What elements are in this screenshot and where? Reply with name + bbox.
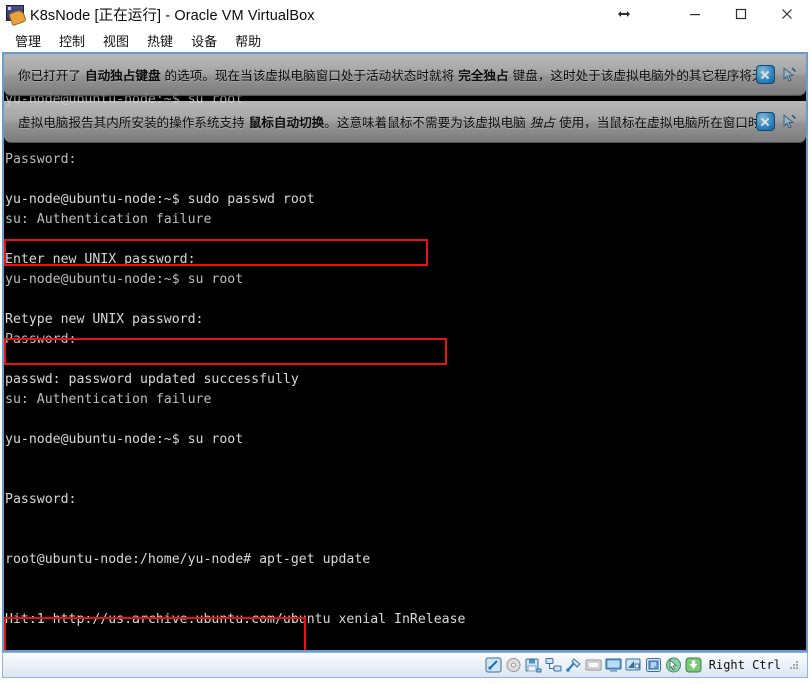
notification-text: 你已打开了 自动独占键盘 的选项。现在当该虚拟电脑窗口处于活动状态时就将 完全独… (18, 68, 756, 83)
mouse-integration-icon[interactable] (665, 657, 682, 673)
usb-icon[interactable] (565, 657, 582, 673)
menu-hotkey[interactable]: 热键 (138, 29, 182, 52)
terminal-line: Hit:1 http://us.archive.ubuntu.com/ubunt… (5, 612, 466, 627)
host-key-label: Right Ctrl (708, 658, 781, 672)
mouse-integration-notification[interactable]: 虚拟电脑报告其内所安装的操作系统支持 鼠标自动切换。这意味着鼠标不需要为该虚拟电… (4, 101, 806, 143)
terminal-line: Enter new UNIX password: (5, 252, 196, 267)
vm-screen[interactable]: yu-node@ubuntu-node:~$ su root Password:… (4, 54, 806, 650)
menu-bar: 管理 控制 视图 热键 设备 帮助 (0, 28, 810, 52)
menu-manage[interactable]: 管理 (6, 29, 50, 52)
maximize-button[interactable] (718, 0, 764, 28)
status-bar-icons: Right Ctrl (485, 657, 807, 673)
close-icon[interactable] (756, 112, 775, 131)
menu-help[interactable]: 帮助 (226, 29, 270, 52)
network-icon[interactable] (545, 657, 562, 673)
mouse-pointer-icon[interactable] (779, 112, 798, 131)
menu-devices[interactable]: 设备 (182, 29, 226, 52)
virtualbox-window: K8sNode [正在运行] - Oracle VM VirtualBox 管理… (0, 0, 810, 684)
menu-control[interactable]: 控制 (50, 29, 94, 52)
terminal-output: yu-node@ubuntu-node:~$ sudo passwd root … (4, 150, 806, 650)
keyboard-capture-notification[interactable]: 你已打开了 自动独占键盘 的选项。现在当该虚拟电脑窗口处于活动状态时就将 完全独… (4, 54, 806, 96)
status-bar: Right Ctrl (2, 652, 808, 678)
terminal-line: passwd: password updated successfully (5, 372, 299, 387)
resize-handle-icon[interactable] (615, 5, 633, 23)
notification-icons (756, 65, 806, 84)
notification-text: 虚拟电脑报告其内所安装的操作系统支持 鼠标自动切换。这意味着鼠标不需要为该虚拟电… (18, 115, 756, 130)
floppy-drive-icon[interactable] (525, 657, 542, 673)
shared-folder-icon[interactable] (585, 657, 602, 673)
window-title: K8sNode [正在运行] - Oracle VM VirtualBox (30, 7, 315, 24)
optical-drive-icon[interactable] (505, 657, 522, 673)
hard-disk-icon[interactable] (485, 657, 502, 673)
terminal-line: yu-node@ubuntu-node:~$ sudo passwd root (5, 192, 315, 207)
video-capture-icon[interactable] (625, 657, 642, 673)
terminal-line: yu-node@ubuntu-node:~$ su root (5, 432, 244, 447)
minimize-button[interactable] (672, 0, 718, 28)
terminal-line: Password: (5, 492, 77, 507)
terminal-line: Retype new UNIX password: (5, 312, 204, 327)
notification-icons (756, 112, 806, 131)
menu-view[interactable]: 视图 (94, 29, 138, 52)
close-icon[interactable] (756, 65, 775, 84)
host-key-icon[interactable] (685, 657, 702, 673)
window-controls (672, 0, 810, 28)
close-button[interactable] (764, 0, 810, 28)
terminal-line: root@ubuntu-node:/home/yu-node# apt-get … (5, 552, 371, 567)
mouse-pointer-icon[interactable] (779, 65, 798, 84)
vm-display-frame[interactable]: yu-node@ubuntu-node:~$ su root Password:… (2, 52, 808, 652)
display-icon[interactable] (605, 657, 622, 673)
remote-desktop-icon[interactable] (645, 657, 662, 673)
resize-grip-icon[interactable] (790, 659, 800, 671)
title-bar: K8sNode [正在运行] - Oracle VM VirtualBox (0, 0, 810, 28)
virtualbox-icon (6, 5, 27, 27)
